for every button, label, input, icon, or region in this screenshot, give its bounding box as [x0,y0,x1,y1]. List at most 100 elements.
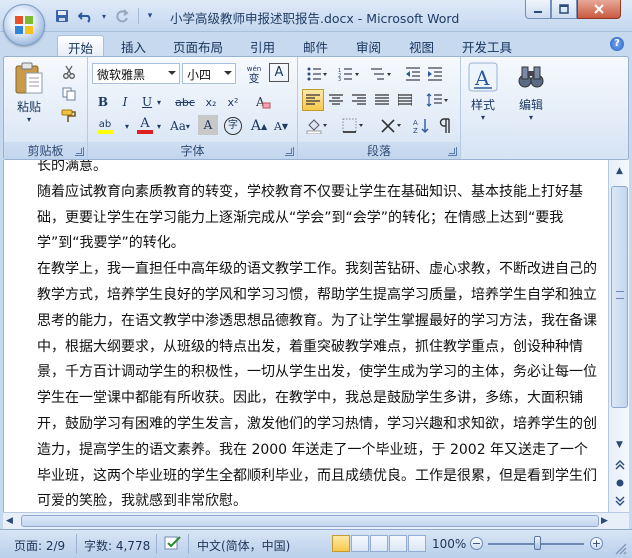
justify-button[interactable] [371,89,393,111]
language-indicator[interactable]: 中文(简体，中国) [197,537,290,554]
page-indicator[interactable]: 页面: 2/9 [14,537,65,554]
font-launcher-icon[interactable] [285,147,294,156]
highlight-dropdown-icon[interactable]: ▾ [122,115,132,137]
enclose-characters-button[interactable]: 字 [222,115,244,137]
full-screen-reading-view-icon[interactable] [351,535,369,552]
change-case-label: Aa [170,119,186,133]
align-right-button[interactable] [348,89,370,111]
scroll-grip-icon [616,291,624,299]
tab-mailings[interactable]: 邮件 [293,35,338,56]
tab-review[interactable]: 审阅 [346,35,391,56]
redo-icon[interactable] [112,7,132,25]
document-body[interactable]: 长的满意。 随着应试教育向素质教育的转变，学校教育不仅要让学生在基础知识、基本技… [37,160,597,512]
distributed-button[interactable] [394,89,416,111]
grow-font-button[interactable]: A ▲ [248,115,270,137]
minimize-button[interactable] [525,0,551,19]
next-page-icon[interactable] [610,492,629,509]
shading-button[interactable] [302,115,332,137]
vertical-scroll-thumb[interactable] [611,186,628,408]
tab-page-layout[interactable]: 页面布局 [163,35,233,56]
tab-view[interactable]: 视图 [399,35,444,56]
tab-insert[interactable]: 插入 [111,35,156,56]
outline-view-icon[interactable] [389,535,407,552]
bullets-icon [307,67,327,81]
undo-dropdown-icon[interactable]: ▾ [100,7,108,25]
scroll-up-icon[interactable]: ▲ [610,162,629,179]
minimize-icon [534,11,542,13]
copy-button[interactable] [58,83,80,105]
tab-developer[interactable]: 开发工具 [452,35,522,56]
font-size-combo[interactable]: 小四 [182,63,236,84]
clipboard-launcher-icon[interactable] [75,147,84,156]
change-case-button[interactable]: Aa ▾ [166,115,194,137]
cut-button[interactable] [58,61,80,83]
underline-dropdown-icon[interactable]: ▾ [154,91,164,113]
browse-object-icon[interactable] [610,474,629,491]
office-button[interactable] [3,4,45,46]
proofing-icon[interactable] [164,535,182,554]
font-name-combo[interactable]: 微软雅黑 [92,63,180,84]
vertical-scrollbar[interactable]: ▲ ▼ [608,160,629,512]
superscript-button[interactable]: x² [222,91,244,113]
zoom-level[interactable]: 100% [432,537,466,551]
character-shading-button[interactable]: A [198,115,218,135]
format-painter-icon [61,109,76,122]
word-count[interactable]: 字数: 4,778 [84,537,150,554]
restore-button[interactable] [551,0,577,19]
align-center-button[interactable] [325,89,347,111]
phonetic-guide-button[interactable]: wén 变 [242,63,266,85]
font-color-dropdown-icon[interactable]: ▾ [154,115,164,137]
paste-dropdown-icon: ▾ [26,115,31,124]
bullets-button[interactable] [302,63,332,85]
highlight-button[interactable]: ab [92,115,118,137]
draft-view-icon[interactable] [408,535,426,552]
zoom-out-button[interactable]: − [470,537,483,550]
bold-button[interactable]: B [92,91,114,113]
zoom-in-button[interactable]: + [590,537,603,550]
scroll-left-icon[interactable]: ◀ [6,516,13,526]
italic-button[interactable]: I [114,91,136,113]
chinese-layout-button[interactable] [376,115,406,137]
horizontal-scrollbar[interactable]: ◀ ▶ [3,512,629,529]
tab-references[interactable]: 引用 [240,35,285,56]
justify-icon [375,94,389,105]
tab-home[interactable]: 开始 [57,35,105,56]
undo-icon[interactable] [76,7,96,25]
customize-qat-icon[interactable]: ▾ [145,7,155,25]
subscript-button[interactable]: x₂ [200,91,222,113]
print-layout-view-icon[interactable] [332,535,350,552]
scroll-down-icon[interactable]: ▼ [610,436,629,453]
borders-button[interactable] [338,115,368,137]
multilevel-list-button[interactable] [366,63,396,85]
web-layout-view-icon[interactable] [370,535,388,552]
document-area[interactable]: 长的满意。 随着应试教育向素质教育的转变，学校教育不仅要让学生在基础知识、基本技… [3,160,608,512]
chevron-down-icon [168,71,176,75]
strikethrough-button[interactable]: abc [172,91,198,113]
help-icon[interactable]: ? [610,37,624,51]
editing-button[interactable]: 编辑 ▾ [511,61,551,141]
numbering-button[interactable]: 123 [334,63,364,85]
pilcrow-icon [439,118,450,133]
horizontal-scroll-thumb[interactable] [21,515,599,527]
sort-icon: AZ [413,119,429,134]
resize-grip-icon[interactable] [613,541,627,555]
shrink-font-button[interactable]: A ▼ [270,115,292,137]
zoom-slider-knob[interactable] [534,536,541,550]
decrease-indent-button[interactable] [402,63,424,85]
align-left-button[interactable] [302,89,324,111]
close-button[interactable] [577,0,621,19]
styles-button[interactable]: A 样式 ▾ [463,61,503,141]
increase-indent-button[interactable] [424,63,446,85]
sort-button[interactable]: AZ [410,115,432,137]
paste-button[interactable]: 粘贴 ▾ [10,61,48,124]
format-painter-button[interactable] [58,105,80,127]
paragraph-launcher-icon[interactable] [448,147,457,156]
scroll-right-icon[interactable]: ▶ [601,516,608,526]
font-color-button[interactable]: A [134,115,156,137]
save-icon[interactable] [52,7,72,25]
show-marks-button[interactable] [434,115,456,137]
line-spacing-button[interactable] [422,89,452,111]
character-border-button[interactable]: A [269,63,289,82]
clear-formatting-button[interactable]: A [252,91,274,113]
previous-page-icon[interactable] [610,456,629,473]
